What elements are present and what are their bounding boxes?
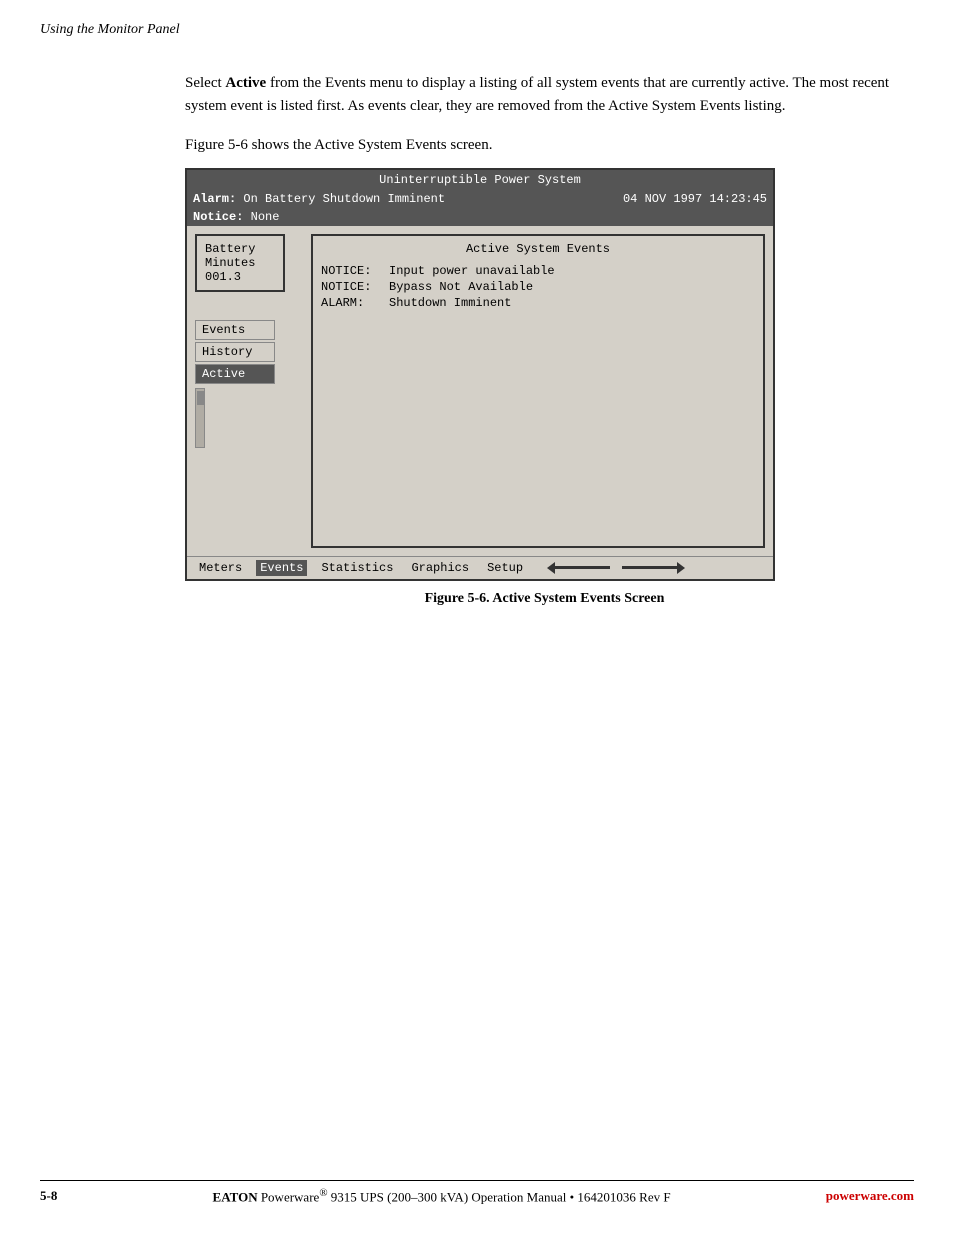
main-content: Select Active from the Events menu to di…	[185, 72, 904, 607]
active-events-panel: Active System Events NOTICE: Input power…	[311, 234, 765, 548]
event-row-3: ALARM: Shutdown Imminent	[321, 296, 755, 310]
arrow-right-bar	[622, 566, 677, 569]
figure-ref-text: Figure 5-6 shows the Active System Event…	[185, 137, 904, 154]
event-list: NOTICE: Input power unavailable NOTICE: …	[321, 264, 755, 310]
menu-item-events[interactable]: Events	[195, 320, 275, 340]
battery-box: Battery Minutes 001.3	[195, 234, 285, 292]
screen-bottom-bar: Meters Events Statistics Graphics Setup	[187, 556, 773, 579]
arrow-left-icon	[547, 562, 555, 574]
ups-screen: Uninterruptible Power System Alarm: On B…	[185, 168, 775, 581]
bottom-menu-graphics[interactable]: Graphics	[407, 560, 473, 576]
bottom-menu-statistics[interactable]: Statistics	[317, 560, 397, 576]
bottom-menu-meters[interactable]: Meters	[195, 560, 246, 576]
footer-page-number: 5-8	[40, 1188, 57, 1204]
arrow-left-bar	[555, 566, 610, 569]
menu-item-active[interactable]: Active	[195, 364, 275, 384]
left-panel: Battery Minutes 001.3 Events History Act…	[195, 234, 305, 548]
page-header: Using the Monitor Panel	[40, 22, 180, 38]
arrow-left-group	[547, 562, 610, 574]
arrow-right-icon	[677, 562, 685, 574]
screen-status-bar: Alarm: On Battery Shutdown Imminent 04 N…	[187, 190, 773, 208]
scrollbar-thumb	[197, 391, 205, 405]
footer-website: powerware.com	[826, 1188, 914, 1204]
screen-notice-bar: Notice: None	[187, 208, 773, 226]
menu-item-history[interactable]: History	[195, 342, 275, 362]
screen-body: Battery Minutes 001.3 Events History Act…	[187, 226, 773, 556]
footer-center: EATON Powerware® 9315 UPS (200–300 kVA) …	[57, 1187, 825, 1205]
status-left: Alarm: On Battery Shutdown Imminent	[193, 192, 445, 206]
figure-caption: Figure 5-6. Active System Events Screen	[185, 591, 904, 607]
datetime-section: 04 NOV 1997 14:23:45	[623, 192, 767, 206]
screen-title-bar: Uninterruptible Power System	[187, 170, 773, 190]
nav-arrows	[547, 562, 685, 574]
events-panel-title: Active System Events	[321, 242, 755, 256]
intro-paragraph: Select Active from the Events menu to di…	[185, 72, 904, 119]
event-row-2: NOTICE: Bypass Not Available	[321, 280, 755, 294]
page-footer: 5-8 EATON Powerware® 9315 UPS (200–300 k…	[40, 1180, 914, 1205]
arrow-right-group	[622, 562, 685, 574]
menu-scrollbar[interactable]	[195, 388, 205, 448]
events-menu: Events History Active	[195, 320, 305, 448]
event-row-1: NOTICE: Input power unavailable	[321, 264, 755, 278]
alarm-section: Alarm: On Battery Shutdown Imminent	[193, 192, 445, 206]
bottom-menu-events[interactable]: Events	[256, 560, 307, 576]
bottom-menu-setup[interactable]: Setup	[483, 560, 527, 576]
